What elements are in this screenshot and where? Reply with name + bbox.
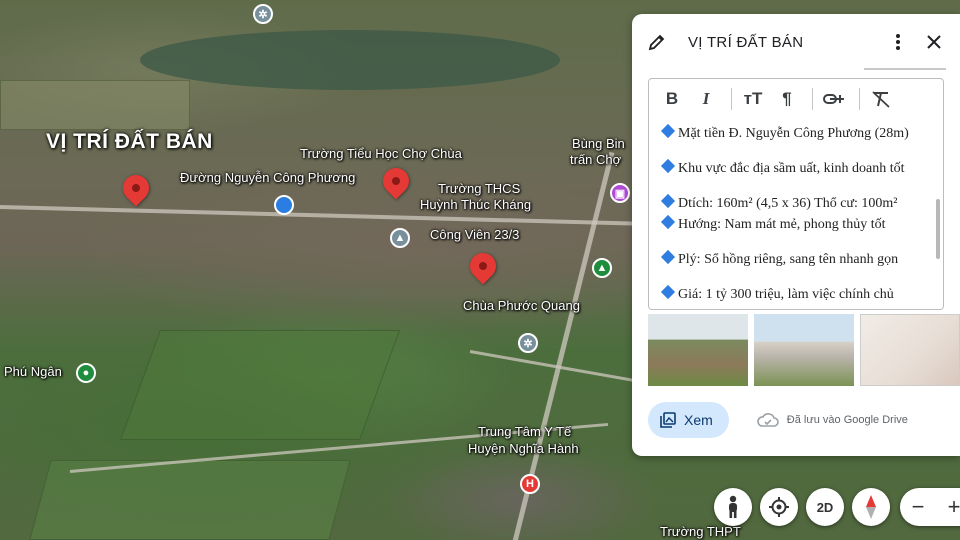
school-icon[interactable]: ▲ [390,228,410,248]
road [0,205,640,226]
label-park[interactable]: Công Viên 23/3 [430,227,519,242]
text-size-button[interactable]: тT [738,84,768,114]
label-high-school[interactable]: Trường THPT [660,524,741,539]
description-line: Giá: 1 tỷ 300 triệu, làm việc chính chủ [678,287,894,302]
description-line: Dtích: 160m² (4,5 x 36) Thổ cư: 100m² [678,196,898,211]
photo-thumbnail[interactable] [648,314,748,386]
italic-button[interactable]: I [691,84,721,114]
location-pin-icon[interactable] [377,162,415,200]
cloud-done-icon [756,412,779,428]
view-button-label: Xem [684,412,713,428]
label-street[interactable]: Đường Nguyễn Công Phương [180,170,355,185]
paragraph-button[interactable]: ¶ [772,84,802,114]
park-icon[interactable]: ▲ [592,258,612,278]
farm-field [0,80,190,130]
temple-icon[interactable]: ✲ [253,4,273,24]
label-roundabout-2[interactable]: trấn Chợ [570,152,621,167]
save-status-text: Đã lưu vào Google Drive [786,414,908,426]
description-line: Mặt tiền Đ. Nguyễn Công Phương (28m) [678,126,909,141]
description-content[interactable]: Mặt tiền Đ. Nguyễn Công Phương (28m) Khu… [649,119,943,309]
panel-title[interactable]: VỊ TRÍ ĐẤT BÁN [688,34,876,51]
street-view-pegman-icon[interactable] [714,488,752,526]
label-roundabout-1[interactable]: Bùng Bin [572,136,625,151]
diamond-bullet-icon [660,214,676,230]
list-item: Dtích: 160m² (4,5 x 36) Thổ cư: 100m² [660,193,929,214]
insert-link-icon[interactable] [819,84,849,114]
zoom-in-button[interactable]: + [936,494,960,520]
photo-strip [648,314,960,386]
label-medical-2[interactable]: Huyện Nghĩa Hành [468,441,579,456]
toolbar-divider [731,88,732,110]
location-pin-icon[interactable] [117,169,155,207]
diamond-bullet-icon [660,123,676,139]
my-location-icon[interactable] [760,488,798,526]
photo-thumbnail[interactable] [754,314,854,386]
description-line: Khu vực đắc địa sầm uất, kinh doanh tốt [678,161,905,176]
rice-field [119,330,401,440]
title-underline [864,68,946,70]
place-icon[interactable]: ● [76,363,96,383]
label-phu-ngan[interactable]: Phú Ngân [4,364,62,379]
zoom-control: − + [900,488,960,526]
diamond-bullet-icon [660,284,676,300]
panel-header: VỊ TRÍ ĐẤT BÁN [632,14,960,70]
list-item: Mặt tiền Đ. Nguyễn Công Phương (28m) [660,123,929,144]
river [140,30,560,90]
save-status: Đã lưu vào Google Drive [756,412,908,428]
label-primary-school[interactable]: Trường Tiểu Học Chợ Chùa [300,146,462,161]
description-line: Hướng: Nam mát mẻ, phong thủy tốt [678,217,886,232]
label-secondary-school-1[interactable]: Trường THCS [438,181,520,196]
diamond-bullet-icon [660,193,676,209]
zoom-out-button[interactable]: − [900,494,936,520]
compass-icon[interactable] [852,488,890,526]
description-line: Plý: Sổ hồng riêng, sang tên nhanh gọn [678,252,899,267]
format-toolbar: B I тT ¶ [649,79,943,119]
toolbar-divider [812,88,813,110]
rich-text-editor[interactable]: B I тT ¶ Mặt tiền Đ. Nguyễn Công Phương … [648,78,944,310]
location-pin-icon[interactable] [464,247,502,285]
list-item: Hướng: Nam mát mẻ, phong thủy tốt [660,214,929,235]
view-button[interactable]: Xem [648,402,729,438]
edit-panel: VỊ TRÍ ĐẤT BÁN B I тT ¶ Mặt tiền Đ. Nguy… [632,14,960,456]
close-icon[interactable] [920,28,948,56]
temple-icon[interactable]: ✲ [518,333,538,353]
panel-actions: Xem Đã lưu vào Google Drive [648,402,908,438]
map-title: VỊ TRÍ ĐẤT BÁN [46,130,213,153]
label-secondary-school-2[interactable]: Huỳnh Thúc Kháng [420,197,531,212]
clear-format-icon[interactable] [866,84,896,114]
toggle-2d-button[interactable]: 2D [806,488,844,526]
bold-button[interactable]: B [657,84,687,114]
current-location-icon[interactable] [274,195,294,215]
list-item: Plý: Sổ hồng riêng, sang tên nhanh gọn [660,249,929,270]
list-item: Giá: 1 tỷ 300 triệu, làm việc chính chủ [660,284,929,305]
hospital-icon[interactable]: H [520,474,540,494]
photo-thumbnail[interactable] [860,314,960,386]
toolbar-divider [859,88,860,110]
shopping-icon[interactable]: ▣ [610,183,630,203]
label-pagoda[interactable]: Chùa Phước Quang [463,298,580,313]
label-medical-1[interactable]: Trung Tâm Y Tế [478,424,571,439]
editor-scrollbar[interactable] [936,199,940,259]
diamond-bullet-icon [660,249,676,265]
list-item: Khu vực đắc địa sầm uất, kinh doanh tốt [660,158,929,179]
more-options-icon[interactable] [884,28,912,56]
pencil-icon[interactable] [644,29,670,55]
diamond-bullet-icon [660,158,676,174]
gallery-icon [660,412,676,428]
